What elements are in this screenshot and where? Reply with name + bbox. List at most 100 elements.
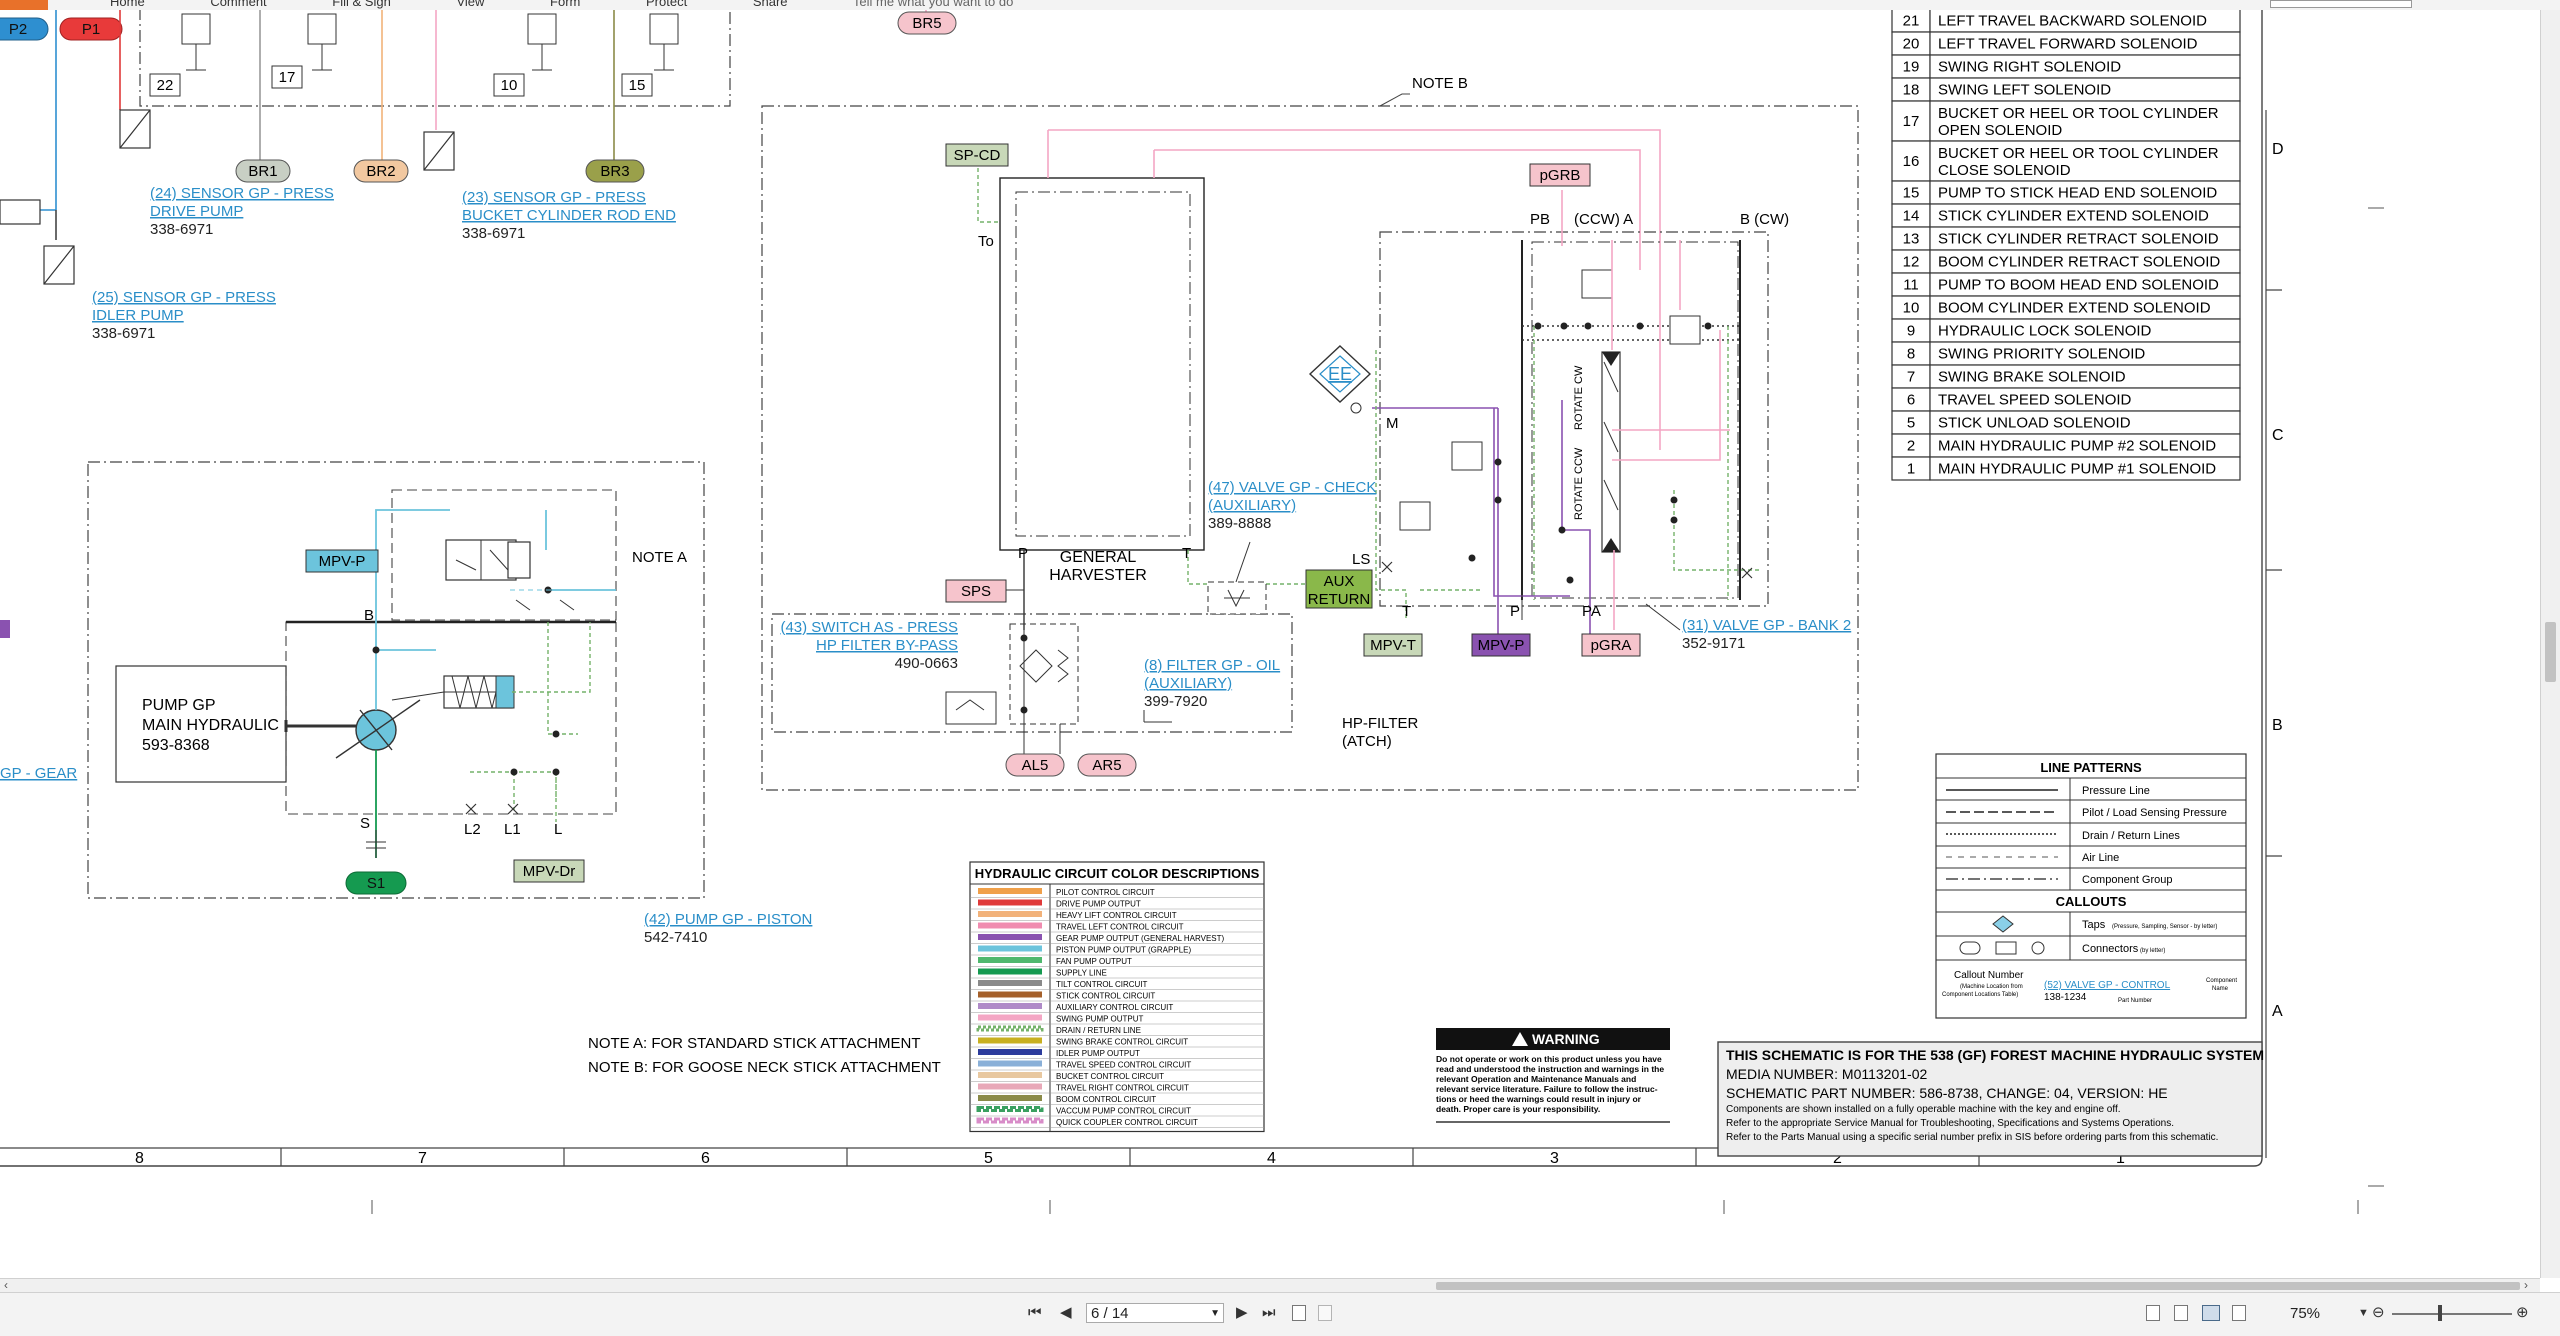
- harvester-label-2: HARVESTER: [1049, 567, 1147, 584]
- filter-link-2[interactable]: (AUXILIARY): [1144, 675, 1232, 692]
- solenoid-number: 6: [1907, 392, 1915, 409]
- fit-width-icon[interactable]: [1318, 1305, 1332, 1321]
- hp-filter-label: HP-FILTER: [1342, 715, 1419, 732]
- solenoid-row: 1 MAIN HYDRAULIC PUMP #1 SOLENOID: [1891, 456, 2241, 481]
- menu-share[interactable]: Share: [753, 0, 788, 9]
- zoom-slider-thumb[interactable]: [2438, 1305, 2442, 1321]
- tap-pgrb-label: pGRB: [1540, 167, 1581, 184]
- pump-note-a: NOTE A: [632, 549, 687, 566]
- tap-br3-label: BR3: [600, 163, 629, 180]
- sensor-25-link[interactable]: (25) SENSOR GP - PRESS: [92, 289, 276, 306]
- solenoid-row: 14 STICK CYLINDER EXTEND SOLENOID: [1891, 203, 2241, 228]
- solenoid-number: 17: [1903, 113, 1920, 130]
- callout-example-part: 138-1234: [2044, 992, 2087, 1003]
- solenoid-number: 5: [1907, 415, 1915, 432]
- sensor-24-link-2[interactable]: DRIVE PUMP: [150, 203, 243, 220]
- single-page-view-icon[interactable]: [2146, 1305, 2160, 1321]
- note-a-text: NOTE A: FOR STANDARD STICK ATTACHMENT: [588, 1035, 921, 1052]
- pump-piston-link[interactable]: (42) PUMP GP - PISTON: [644, 911, 812, 928]
- solenoid-row: 10 BOOM CYLINDER EXTEND SOLENOID: [1891, 295, 2241, 320]
- menu-home[interactable]: Home: [110, 0, 145, 9]
- menu-protect[interactable]: Protect: [646, 0, 687, 9]
- menu-fill-sign[interactable]: Fill & Sign: [332, 0, 391, 9]
- zoom-out-icon[interactable]: ⊖: [2372, 1303, 2385, 1323]
- tap-sps-label: SPS: [961, 583, 991, 600]
- vertical-scroll-thumb[interactable]: [2545, 622, 2556, 682]
- zoom-dropdown-icon[interactable]: ▼: [2358, 1303, 2369, 1323]
- legend-swatch: [978, 1003, 1042, 1009]
- legend-label: STICK CONTROL CIRCUIT: [1056, 992, 1155, 1001]
- two-page-view-icon[interactable]: [2202, 1305, 2220, 1321]
- sensor-23-link-2[interactable]: BUCKET CYLINDER ROD END: [462, 207, 676, 224]
- app-logo-tab[interactable]: [0, 0, 48, 10]
- page-number-input[interactable]: 6 / 14 ▼: [1086, 1303, 1224, 1323]
- previous-page-icon[interactable]: ◀: [1060, 1303, 1072, 1323]
- solenoid-row: 18 SWING LEFT SOLENOID: [1891, 77, 2241, 102]
- menu-view[interactable]: View: [456, 0, 484, 9]
- legend-label: FAN PUMP OUTPUT: [1056, 957, 1132, 966]
- legend-label: TRAVEL LEFT CONTROL CIRCUIT: [1056, 923, 1184, 932]
- column-number: 5: [984, 1150, 993, 1167]
- bank-t: T: [1402, 603, 1411, 620]
- color-legend: HYDRAULIC CIRCUIT COLOR DESCRIPTIONS PILO…: [969, 861, 1265, 1133]
- solenoid-number: 16: [1903, 153, 1920, 170]
- note-b-group: [761, 93, 1859, 791]
- legend-label: PILOT CONTROL CIRCUIT: [1056, 888, 1155, 897]
- zoom-slider[interactable]: [2392, 1313, 2512, 1315]
- vertical-scrollbar[interactable]: [2540, 10, 2560, 1278]
- legend-swatch: [978, 922, 1042, 929]
- check-valve-link[interactable]: (47) VALVE GP - CHECK: [1208, 479, 1376, 496]
- bank-valve-link[interactable]: (31) VALVE GP - BANK 2: [1682, 617, 1851, 634]
- menu-comment[interactable]: Comment: [210, 0, 266, 9]
- find-field[interactable]: [2270, 0, 2412, 8]
- warning-text: Do not operate or work on this product u…: [1436, 1054, 1664, 1114]
- next-page-icon[interactable]: ▶: [1236, 1303, 1248, 1323]
- solenoid-number: 2: [1907, 438, 1915, 455]
- callout-small-2: Component Locations Table): [1942, 992, 2018, 998]
- solenoid-label: STICK CYLINDER RETRACT SOLENOID: [1938, 231, 2219, 248]
- legend-label: HEAVY LIFT CONTROL CIRCUIT: [1056, 911, 1177, 920]
- tap-mpv-p-bank-label: MPV-P: [1478, 637, 1525, 654]
- continuous-view-icon[interactable]: [2174, 1305, 2188, 1321]
- last-page-icon[interactable]: ⏭: [1262, 1303, 1276, 1323]
- tap-ar5-label: AR5: [1092, 757, 1121, 774]
- solenoid-label: SWING RIGHT SOLENOID: [1938, 59, 2121, 76]
- solenoid-number: 19: [1903, 59, 1920, 76]
- legend-swatch: [978, 945, 1042, 952]
- sensor-24-link[interactable]: (24) SENSOR GP - PRESS: [150, 185, 334, 202]
- rotate-ccw: ROTATE CCW: [1573, 447, 1585, 520]
- filter-link[interactable]: (8) FILTER GP - OIL: [1144, 657, 1280, 674]
- document-canvas: 22 17 10 15 P2 P1 BR1 BR2 BR3 BR5 (24) S…: [0, 10, 2540, 1278]
- legend-label: BOOM CONTROL CIRCUIT: [1056, 1095, 1156, 1104]
- solenoid-number: 12: [1903, 254, 1920, 271]
- pump-port-l: L: [554, 821, 562, 838]
- horizontal-scroll-thumb[interactable]: [1436, 1282, 2520, 1290]
- menu-form[interactable]: Form: [550, 0, 580, 9]
- legend-swatch: [978, 1014, 1042, 1021]
- zoom-level[interactable]: 75%: [2290, 1305, 2320, 1322]
- legend-swatch: [978, 1095, 1042, 1101]
- horizontal-scrollbar[interactable]: ‹ ›: [0, 1278, 2540, 1293]
- sensor-23-link[interactable]: (23) SENSOR GP - PRESS: [462, 189, 646, 206]
- scroll-left-icon[interactable]: ‹: [4, 1278, 8, 1292]
- zoom-in-icon[interactable]: ⊕: [2516, 1303, 2529, 1323]
- column-number: 4: [1267, 1150, 1276, 1167]
- note-b-label: NOTE B: [1412, 75, 1468, 92]
- pump-part: 593-8368: [142, 737, 210, 754]
- switch-link-2[interactable]: HP FILTER BY-PASS: [816, 637, 958, 654]
- tap-ee-label[interactable]: EE: [1328, 364, 1352, 384]
- check-valve-link-2[interactable]: (AUXILIARY): [1208, 497, 1296, 514]
- gear-connector-edge: [0, 620, 10, 638]
- tell-me-search[interactable]: Tell me what you want to do: [853, 0, 1013, 9]
- scroll-right-icon[interactable]: ›: [2524, 1278, 2528, 1292]
- switch-link[interactable]: (43) SWITCH AS - PRESS: [780, 619, 958, 636]
- first-page-icon[interactable]: ⏮: [1028, 1303, 1042, 1323]
- warning-title: WARNING: [1532, 1031, 1600, 1047]
- reading-mode-icon[interactable]: [2232, 1305, 2246, 1321]
- harvester-to: To: [978, 233, 994, 250]
- sensor-25-link-2[interactable]: IDLER PUMP: [92, 307, 184, 324]
- gear-pump-link[interactable]: GP - GEAR: [0, 765, 77, 782]
- solenoid-row: 2 MAIN HYDRAULIC PUMP #2 SOLENOID: [1891, 433, 2241, 458]
- fit-page-icon[interactable]: [1292, 1305, 1306, 1321]
- solenoid-row: 21 LEFT TRAVEL BACKWARD SOLENOID: [1891, 10, 2241, 33]
